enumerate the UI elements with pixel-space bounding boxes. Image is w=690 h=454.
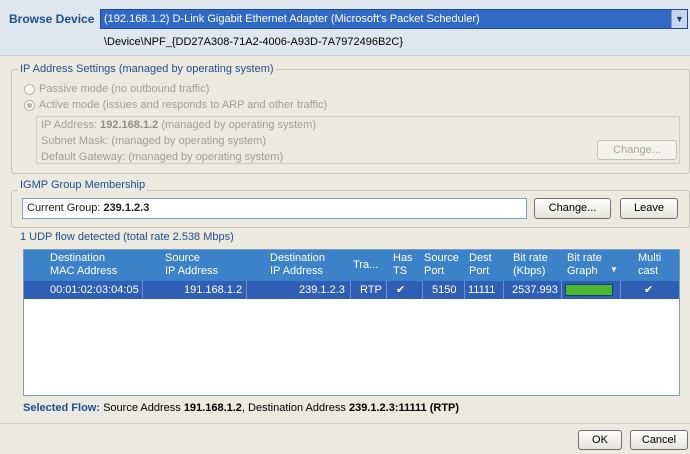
radio-unchecked-icon — [24, 83, 35, 95]
igmp-title: IGMP Group Membership — [18, 179, 148, 191]
cell-bitrate: 2537.993 — [512, 284, 558, 296]
radio-checked-icon — [24, 99, 35, 111]
chevron-down-icon[interactable]: ▼ — [671, 10, 687, 28]
selected-flow-destination: 239.1.2.3:11111 (RTP) — [348, 402, 460, 414]
table-header: Destination MAC Address Source IP Addres… — [24, 250, 679, 281]
udp-flow-table[interactable]: Destination MAC Address Source IP Addres… — [23, 249, 680, 396]
browse-device-label: Browse Device — [9, 12, 95, 26]
udp-flows-title: 1 UDP flow detected (total rate 2.538 Mb… — [18, 231, 236, 243]
active-mode-label: Active mode (issues and responds to ARP … — [39, 99, 328, 111]
bitrate-graph-bar — [565, 284, 613, 296]
column-source-ip[interactable]: Source IP Address — [165, 252, 218, 278]
column-bitrate[interactable]: Bit rate (Kbps) — [513, 252, 548, 278]
selected-flow-label: Selected Flow: — [23, 402, 101, 414]
passive-mode-label: Passive mode (no outbound traffic) — [39, 83, 210, 95]
ip-change-button[interactable]: Change... — [597, 140, 677, 160]
table-row[interactable]: 00:01:02:03:04:05 191.168.1.2 239.1.2.3 … — [24, 281, 679, 299]
check-icon: ✔ — [396, 284, 406, 296]
device-path: \Device\NPF_{DD27A308-71A2-4006-A93D-7A7… — [104, 36, 404, 48]
column-transport[interactable]: Tra... — [353, 259, 378, 272]
current-group-field[interactable]: Current Group: 239.1.2.3 — [22, 198, 527, 219]
cell-dest-mac: 00:01:02:03:04:05 — [50, 284, 139, 296]
current-group-label: Current Group: — [27, 202, 101, 214]
column-dest-port[interactable]: Dest Port — [469, 252, 492, 278]
selected-flow-summary: Selected Flow: Source Address 191.168.1.… — [23, 402, 460, 414]
ip-address-value: 192.168.1.2 — [100, 119, 159, 131]
cancel-button[interactable]: Cancel — [630, 430, 688, 450]
cell-source-ip: 191.168.1.2 — [184, 284, 243, 296]
device-dropdown-value: (192.168.1.2) D-Link Gigabit Ethernet Ad… — [104, 13, 480, 25]
current-group-value: 239.1.2.3 — [103, 202, 150, 214]
default-gateway-line: Default Gateway: (managed by operating s… — [41, 151, 284, 163]
cell-dest-ip: 239.1.2.3 — [299, 284, 345, 296]
cell-source-port: 5150 — [432, 284, 457, 296]
igmp-change-button[interactable]: Change... — [534, 198, 611, 219]
column-dest-mac[interactable]: Destination MAC Address — [50, 252, 117, 278]
subnet-mask-line: Subnet Mask: (managed by operating syste… — [41, 135, 267, 147]
passive-mode-radio[interactable]: Passive mode (no outbound traffic) — [24, 83, 209, 95]
igmp-leave-button[interactable]: Leave — [620, 198, 678, 219]
column-has-ts[interactable]: Has TS — [393, 252, 413, 278]
ip-address-suffix: (managed by operating system) — [161, 119, 316, 131]
cell-transport: RTP — [360, 284, 382, 296]
ip-settings-title: IP Address Settings (managed by operatin… — [18, 63, 276, 75]
ip-address-label: IP Address: — [41, 119, 98, 131]
footer-divider — [0, 423, 690, 424]
ok-button[interactable]: OK — [578, 430, 622, 450]
column-source-port[interactable]: Source Port — [424, 252, 459, 278]
check-icon: ✔ — [644, 284, 654, 296]
column-dest-ip[interactable]: Destination IP Address — [270, 252, 325, 278]
column-multicast[interactable]: Multi cast — [638, 252, 661, 278]
device-dropdown[interactable]: (192.168.1.2) D-Link Gigabit Ethernet Ad… — [100, 9, 688, 29]
cell-dest-port: 11111 — [468, 284, 496, 296]
bitrate-graph-fill — [566, 285, 612, 295]
column-bitrate-graph[interactable]: Bit rate Graph — [567, 252, 602, 278]
selected-flow-source: 191.168.1.2 — [183, 402, 242, 414]
sort-descending-icon: ▼ — [610, 265, 618, 274]
ip-address-line: IP Address: 192.168.1.2 (managed by oper… — [41, 119, 316, 131]
active-mode-radio[interactable]: Active mode (issues and responds to ARP … — [24, 99, 327, 111]
